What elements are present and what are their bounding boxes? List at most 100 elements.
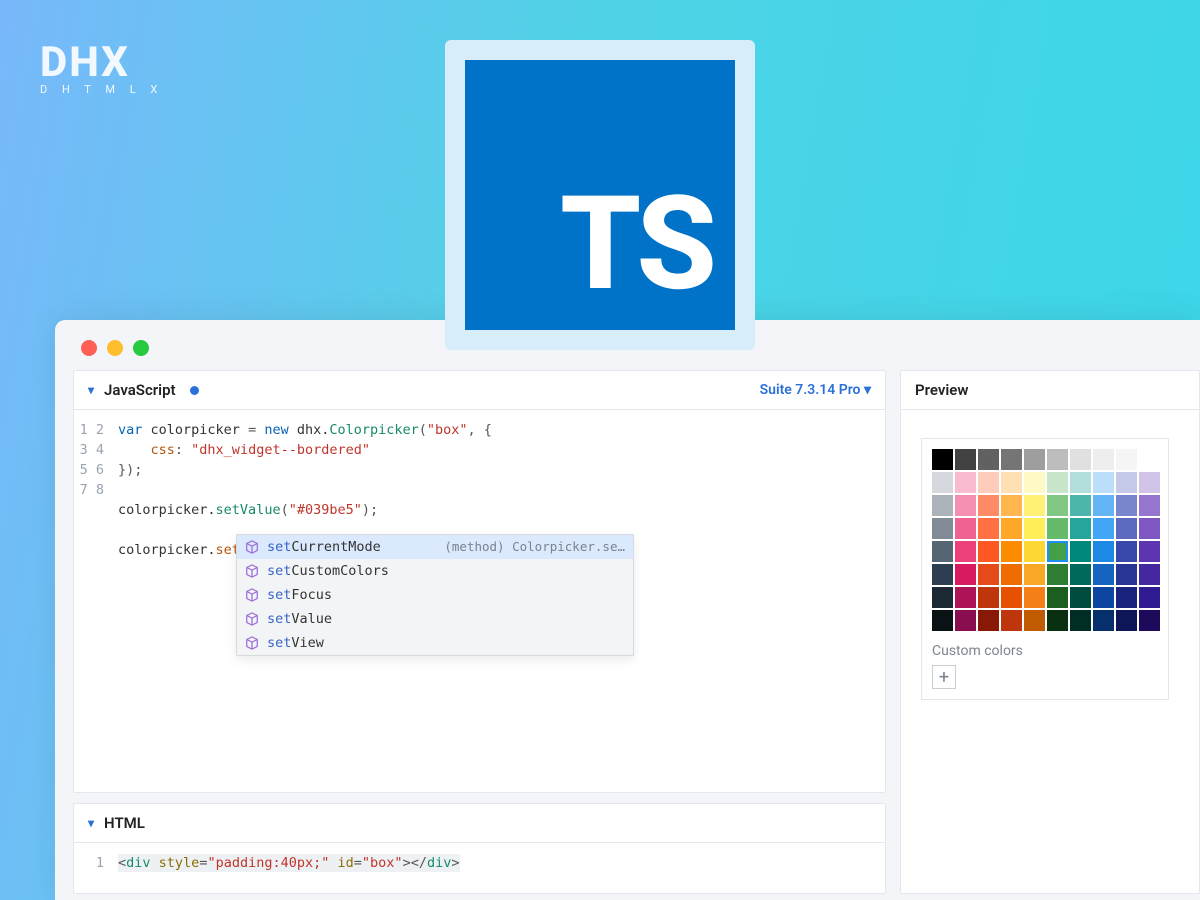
color-swatch[interactable] xyxy=(932,541,953,562)
color-swatch[interactable] xyxy=(1093,564,1114,585)
color-swatch[interactable] xyxy=(955,541,976,562)
color-swatch[interactable] xyxy=(1001,449,1022,470)
color-swatch[interactable] xyxy=(932,587,953,608)
color-swatch[interactable] xyxy=(978,587,999,608)
color-swatch[interactable] xyxy=(932,495,953,516)
color-swatch[interactable] xyxy=(1116,610,1137,631)
color-swatch[interactable] xyxy=(978,472,999,493)
color-swatch[interactable] xyxy=(1116,472,1137,493)
color-swatch[interactable] xyxy=(1001,564,1022,585)
color-swatch[interactable] xyxy=(978,610,999,631)
html-panel-header[interactable]: ▾ HTML xyxy=(74,804,885,843)
color-swatch[interactable] xyxy=(1070,587,1091,608)
color-swatch[interactable] xyxy=(1001,518,1022,539)
color-swatch[interactable] xyxy=(978,449,999,470)
color-swatch[interactable] xyxy=(1116,495,1137,516)
color-swatch[interactable] xyxy=(1139,518,1160,539)
color-swatch[interactable] xyxy=(1139,449,1160,470)
color-swatch[interactable] xyxy=(1001,587,1022,608)
autocomplete-item[interactable]: setCurrentMode(method) Colorpicker.se… xyxy=(237,535,633,559)
color-swatch[interactable] xyxy=(1093,449,1114,470)
color-swatch[interactable] xyxy=(1070,472,1091,493)
color-swatch[interactable] xyxy=(1070,564,1091,585)
color-swatch[interactable] xyxy=(1070,449,1091,470)
color-swatch[interactable] xyxy=(1093,610,1114,631)
color-swatch[interactable] xyxy=(1047,472,1068,493)
color-swatch[interactable] xyxy=(1024,472,1045,493)
color-swatch[interactable] xyxy=(1024,587,1045,608)
color-swatch[interactable] xyxy=(1001,610,1022,631)
color-swatch[interactable] xyxy=(932,449,953,470)
color-swatch[interactable] xyxy=(1047,564,1068,585)
color-swatch[interactable] xyxy=(955,587,976,608)
color-swatch[interactable] xyxy=(1093,495,1114,516)
color-swatch[interactable] xyxy=(1070,518,1091,539)
color-swatch[interactable] xyxy=(1070,610,1091,631)
color-swatch[interactable] xyxy=(1024,495,1045,516)
color-swatch[interactable] xyxy=(932,610,953,631)
autocomplete-item[interactable]: setView xyxy=(237,631,633,655)
code-content[interactable]: <div style="padding:40px;" id="box"></di… xyxy=(116,843,885,883)
colorpicker-widget[interactable]: Custom colors + xyxy=(921,438,1169,700)
color-swatch[interactable] xyxy=(1116,518,1137,539)
code-content[interactable]: var colorpicker = new dhx.Colorpicker("b… xyxy=(116,410,885,789)
color-swatch[interactable] xyxy=(978,564,999,585)
color-swatch[interactable] xyxy=(955,610,976,631)
minimize-window-button[interactable] xyxy=(107,340,123,356)
color-swatch[interactable] xyxy=(955,495,976,516)
color-swatch[interactable] xyxy=(932,518,953,539)
autocomplete-item[interactable]: setValue xyxy=(237,607,633,631)
color-swatch[interactable] xyxy=(978,495,999,516)
color-swatch[interactable] xyxy=(955,518,976,539)
close-window-button[interactable] xyxy=(81,340,97,356)
color-swatch[interactable] xyxy=(1116,541,1137,562)
color-swatch[interactable] xyxy=(1116,564,1137,585)
color-swatch[interactable] xyxy=(1024,449,1045,470)
color-swatch[interactable] xyxy=(1070,495,1091,516)
color-swatch[interactable] xyxy=(1139,541,1160,562)
color-grid[interactable] xyxy=(932,449,1158,631)
color-swatch[interactable] xyxy=(955,449,976,470)
color-swatch[interactable] xyxy=(1047,449,1068,470)
color-swatch[interactable] xyxy=(1047,610,1068,631)
color-swatch[interactable] xyxy=(1093,587,1114,608)
color-swatch[interactable] xyxy=(1116,449,1137,470)
color-swatch[interactable] xyxy=(1024,518,1045,539)
color-swatch[interactable] xyxy=(1001,472,1022,493)
color-swatch[interactable] xyxy=(978,518,999,539)
color-swatch[interactable] xyxy=(1047,587,1068,608)
color-swatch[interactable] xyxy=(932,564,953,585)
suite-version-dropdown[interactable]: Suite 7.3.14 Pro ▾ xyxy=(760,382,871,398)
color-swatch[interactable] xyxy=(1139,472,1160,493)
autocomplete-item[interactable]: setCustomColors xyxy=(237,559,633,583)
autocomplete-popup[interactable]: setCurrentMode(method) Colorpicker.se…se… xyxy=(236,534,634,656)
color-swatch[interactable] xyxy=(955,564,976,585)
color-swatch[interactable] xyxy=(932,472,953,493)
color-swatch[interactable] xyxy=(1116,587,1137,608)
color-swatch[interactable] xyxy=(978,541,999,562)
add-custom-color-button[interactable]: + xyxy=(932,665,956,689)
color-swatch[interactable] xyxy=(1139,610,1160,631)
color-swatch[interactable] xyxy=(1001,541,1022,562)
color-swatch[interactable] xyxy=(1047,518,1068,539)
color-swatch[interactable] xyxy=(1093,541,1114,562)
maximize-window-button[interactable] xyxy=(133,340,149,356)
color-swatch[interactable] xyxy=(955,472,976,493)
color-swatch[interactable] xyxy=(1047,541,1068,562)
color-swatch[interactable] xyxy=(1047,495,1068,516)
color-swatch[interactable] xyxy=(1139,587,1160,608)
color-swatch[interactable] xyxy=(1093,472,1114,493)
color-swatch[interactable] xyxy=(1070,541,1091,562)
color-swatch[interactable] xyxy=(1024,541,1045,562)
color-swatch[interactable] xyxy=(1093,518,1114,539)
color-swatch[interactable] xyxy=(1024,564,1045,585)
color-swatch[interactable] xyxy=(1001,495,1022,516)
autocomplete-item[interactable]: setFocus xyxy=(237,583,633,607)
color-swatch[interactable] xyxy=(1139,564,1160,585)
javascript-editor[interactable]: 1 2 3 4 5 6 7 8 var colorpicker = new dh… xyxy=(74,410,885,789)
color-swatch[interactable] xyxy=(1024,610,1045,631)
html-editor[interactable]: 1 <div style="padding:40px;" id="box"></… xyxy=(74,843,885,893)
javascript-panel-header[interactable]: ▾ JavaScript Suite 7.3.14 Pro ▾ xyxy=(74,371,885,410)
logo-small: D H T M L X xyxy=(40,83,163,96)
color-swatch[interactable] xyxy=(1139,495,1160,516)
